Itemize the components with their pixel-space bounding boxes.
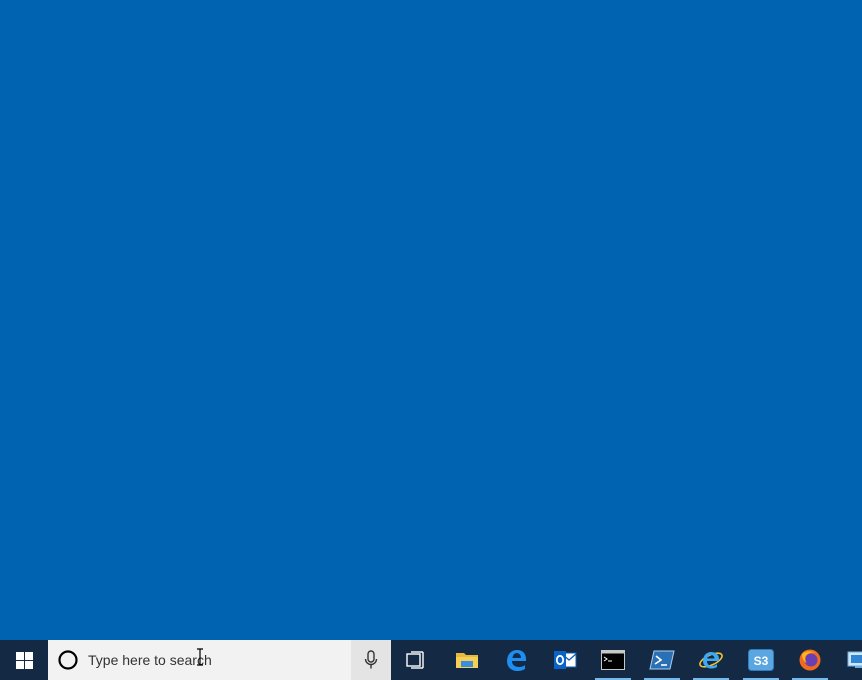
s3-icon: S3	[748, 649, 774, 671]
s3-icon-label: S3	[754, 654, 769, 668]
cmd-icon	[601, 650, 625, 670]
taskbar-app-file-explorer[interactable]	[443, 640, 491, 680]
search-input[interactable]: Type here to search	[88, 652, 351, 668]
firefox-icon	[799, 649, 821, 671]
start-button[interactable]	[0, 640, 48, 680]
remote-desktop-icon	[847, 651, 862, 668]
taskbar-app-edge[interactable]	[492, 640, 540, 680]
task-view-button[interactable]	[392, 640, 440, 680]
task-view-icon	[406, 651, 424, 669]
cortana-circle-icon[interactable]	[57, 649, 79, 671]
taskbar-app-remote-desktop[interactable]	[835, 640, 862, 680]
desktop-background[interactable]	[0, 0, 862, 640]
search-box[interactable]: Type here to search	[48, 640, 391, 680]
ie-icon	[699, 652, 723, 669]
taskbar-app-command-prompt[interactable]	[589, 640, 637, 680]
edge-e-icon	[507, 650, 526, 671]
microphone-icon[interactable]	[351, 640, 391, 680]
outlook-icon	[554, 651, 577, 669]
taskbar-app-firefox[interactable]	[786, 640, 834, 680]
folder-icon	[456, 653, 478, 668]
taskbar-app-outlook[interactable]	[541, 640, 589, 680]
taskbar-app-internet-explorer[interactable]	[687, 640, 735, 680]
taskbar-app-s3[interactable]: S3	[737, 640, 785, 680]
taskbar-app-powershell[interactable]	[638, 640, 686, 680]
taskbar: Type here to search S3	[0, 640, 862, 680]
windows-logo-icon	[15, 651, 33, 669]
text-cursor-icon	[197, 648, 203, 666]
powershell-icon	[649, 650, 675, 670]
